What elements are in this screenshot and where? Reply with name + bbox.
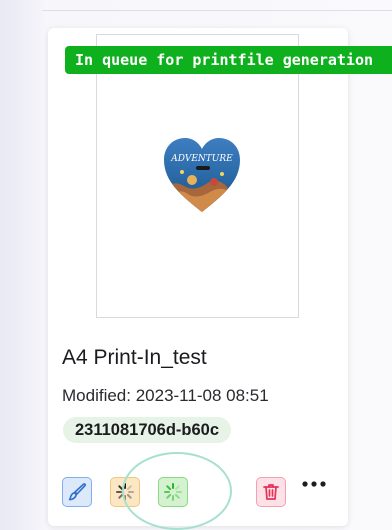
delete-button[interactable] [256,477,286,507]
top-divider [42,10,392,11]
status-badge: In queue for printfile generation [65,46,392,74]
brush-icon [68,483,87,501]
trash-icon [263,484,279,500]
focus-highlight-ring [122,452,232,530]
heart-thumbnail: ADVENTURE [162,136,242,216]
modified-date: Modified: 2023-11-08 08:51 [62,386,269,405]
more-options-button[interactable] [298,474,330,494]
thumbnail-text: ADVENTURE [170,154,233,164]
card-title: A4 Print-In_test [62,346,207,369]
order-id-badge: 2311081706d-b60c [63,417,232,443]
edit-button[interactable] [62,477,92,507]
more-horizontal-icon [302,481,326,487]
